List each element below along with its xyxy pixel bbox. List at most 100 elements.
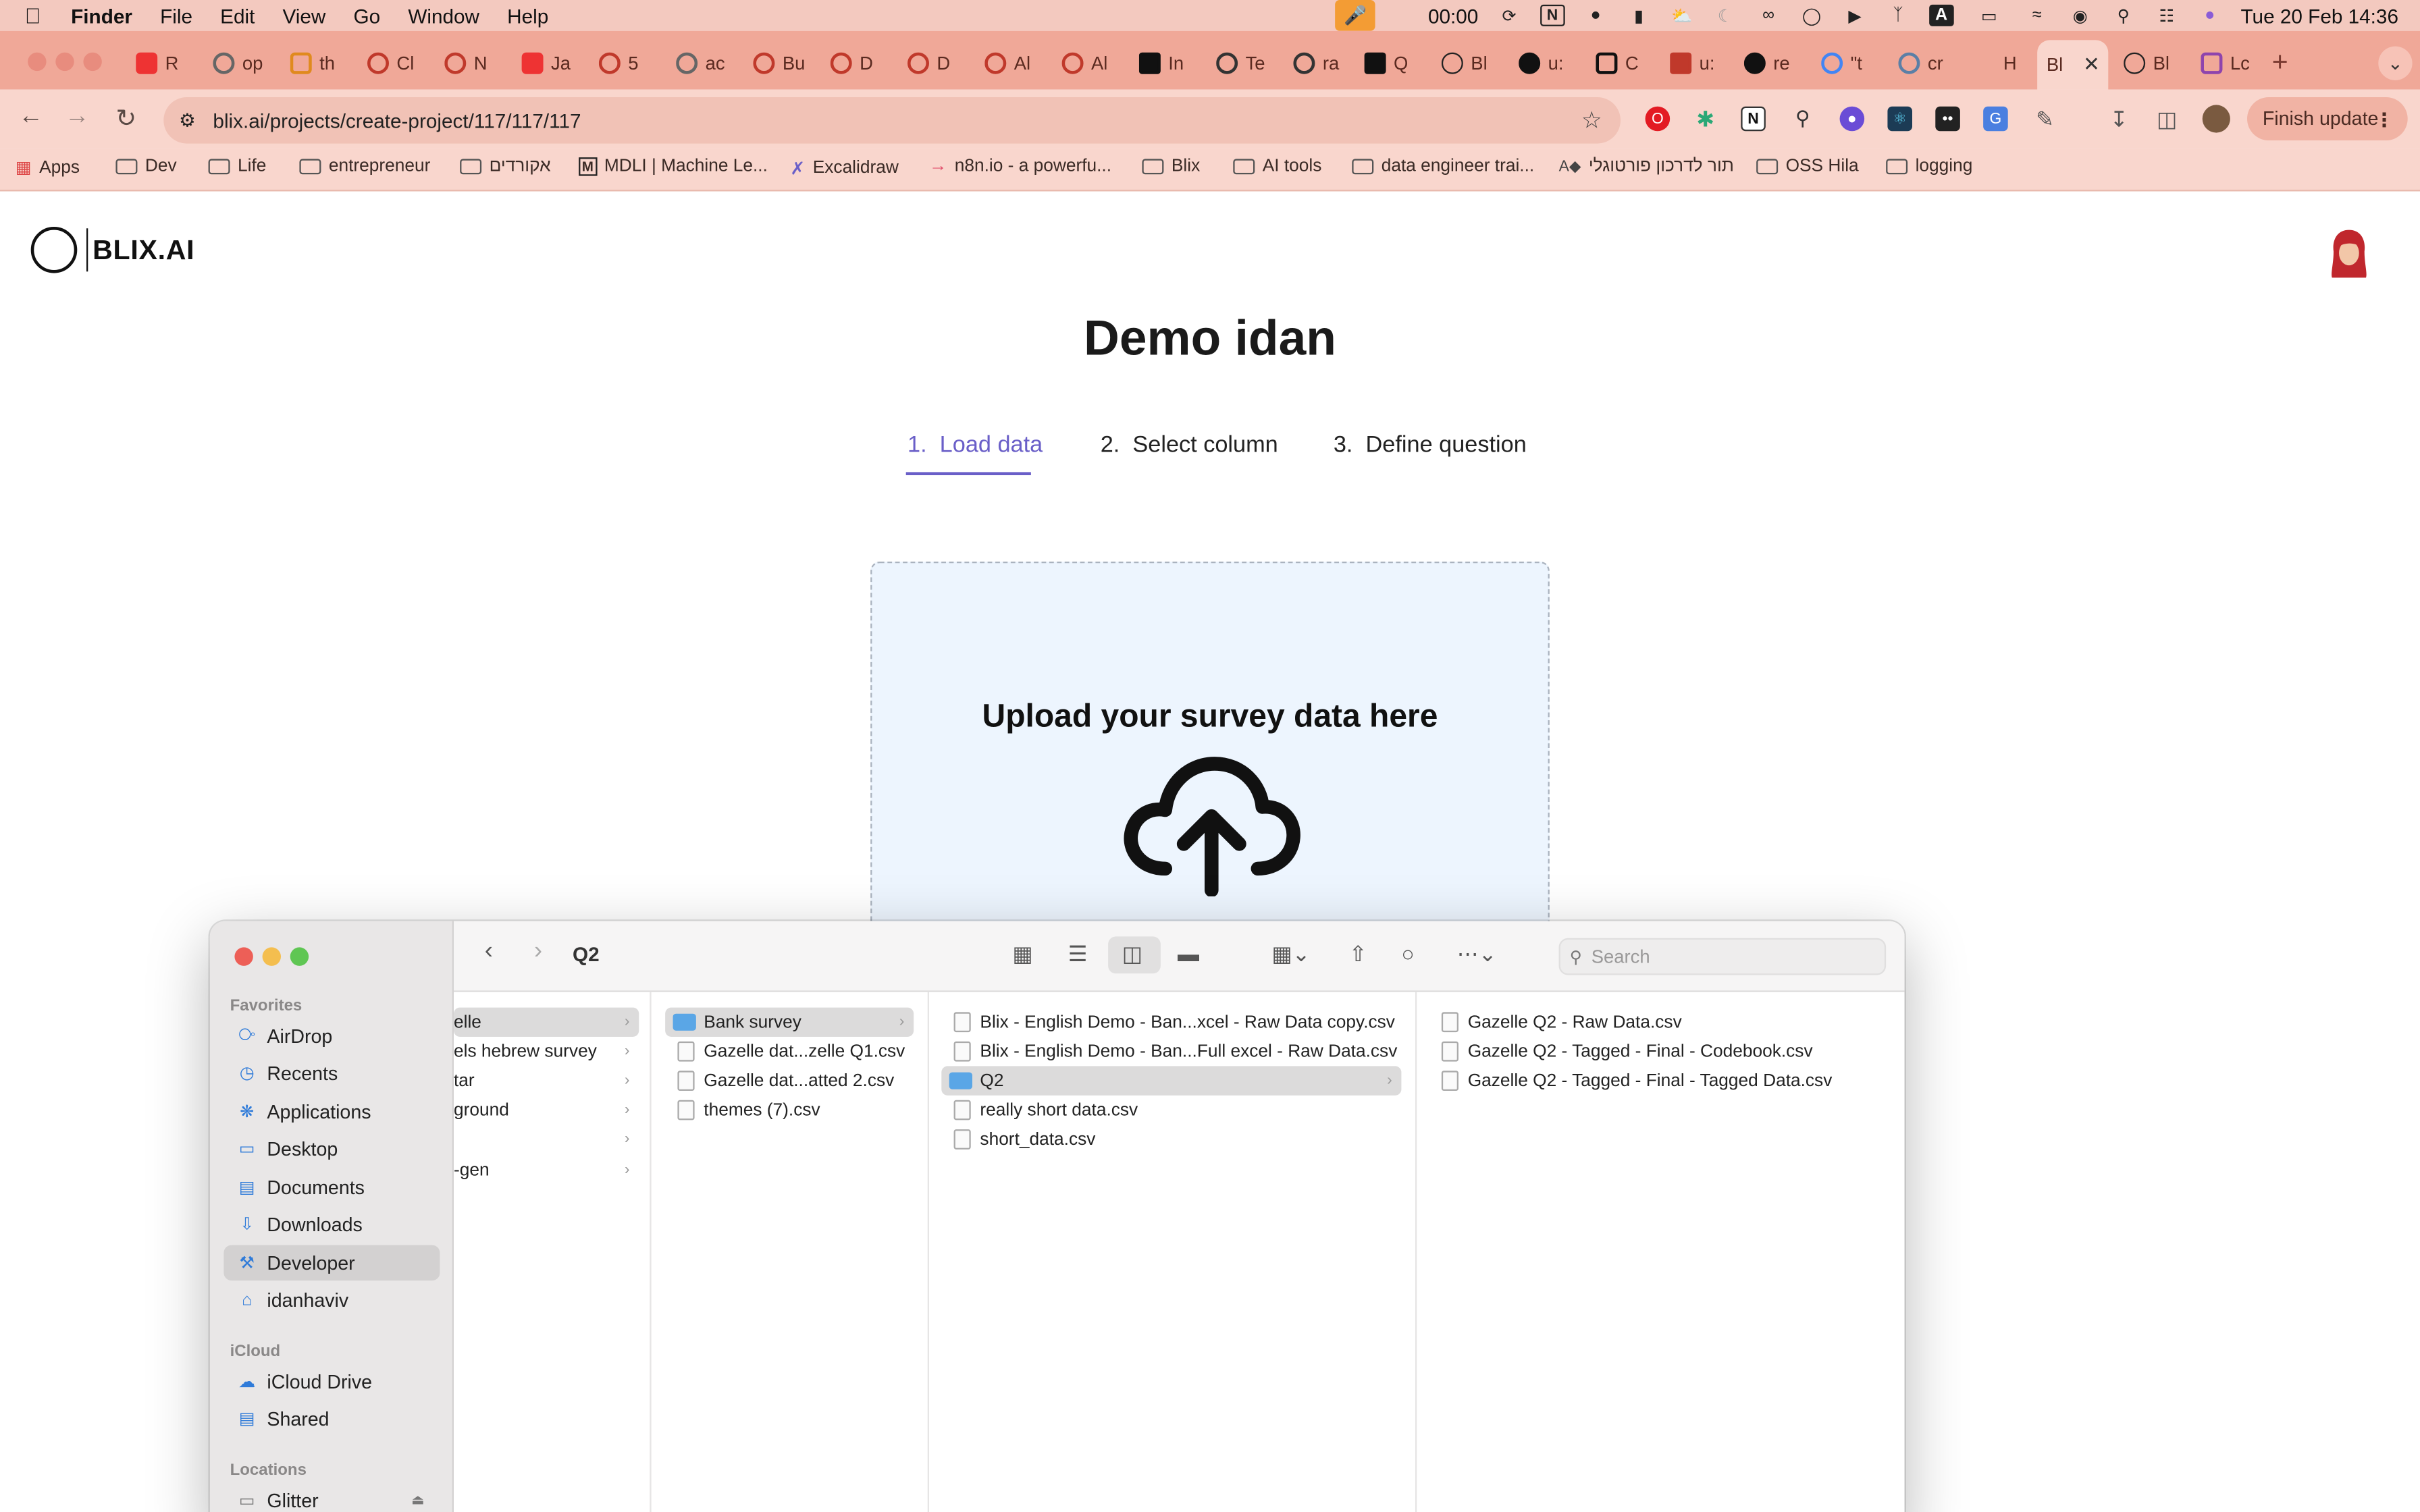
sidebar-item-shared[interactable]: ▤ Shared xyxy=(223,1401,440,1436)
browser-tab[interactable]: th xyxy=(290,43,346,83)
weather-icon[interactable]: ⛅ xyxy=(1670,5,1695,26)
new-tab-button[interactable]: + xyxy=(2272,47,2288,79)
browser-tab[interactable]: D xyxy=(830,43,886,83)
file-row[interactable]: Gazelle Q2 - Tagged - Final - Tagged Dat… xyxy=(1429,1066,1889,1095)
accessibility-icon[interactable]: ◯ xyxy=(1799,5,1824,26)
site-info-icon[interactable]: ⚙ xyxy=(179,109,204,131)
bookmark-link[interactable]: → n8n.io - a powerfu... xyxy=(929,157,1111,176)
file-row[interactable]: Gazelle dat...zelle Q1.csv xyxy=(665,1037,914,1066)
extensions-puzzle-icon[interactable]: ✎ xyxy=(2032,106,2057,132)
bluetooth-icon[interactable]: ᛉ xyxy=(1886,5,1911,26)
bookmark-folder[interactable]: Dev xyxy=(115,157,177,176)
menu-window[interactable]: Window xyxy=(408,4,479,27)
finish-update-button[interactable]: Finish update ⋮ xyxy=(2247,97,2408,141)
file-row[interactable]: really short data.csv xyxy=(941,1096,1401,1125)
finder-search-input[interactable]: ⚲ Search xyxy=(1558,938,1887,975)
bookmark-folder[interactable]: entrepreneur xyxy=(299,157,430,176)
elephant-icon[interactable]: ● xyxy=(1583,5,1608,26)
browser-tab[interactable]: Q xyxy=(1364,43,1420,83)
browser-tab[interactable]: C xyxy=(1596,43,1651,83)
datetime-text[interactable]: Tue 20 Feb 14:36 xyxy=(2241,4,2399,27)
siri-icon[interactable]: ● xyxy=(2198,5,2223,26)
gallery-view-icon[interactable]: ▬ xyxy=(1178,941,1199,966)
cloud-upload-icon[interactable] xyxy=(1119,749,1304,896)
window-minimize-button[interactable] xyxy=(55,52,74,72)
user-avatar-icon[interactable] xyxy=(2327,227,2371,279)
file-row[interactable]: short_data.csv xyxy=(941,1125,1401,1154)
sidebar-item-applications[interactable]: ❋ Applications xyxy=(223,1094,440,1130)
bookmark-folder[interactable]: AI tools xyxy=(1233,157,1321,176)
browser-tab[interactable]: Bl xyxy=(2124,43,2179,83)
browser-tab[interactable]: In xyxy=(1138,43,1194,83)
bookmark-link[interactable]: A◆ תור לדרכון פורטוגלי xyxy=(1559,157,1734,176)
browser-tab[interactable]: op xyxy=(213,43,268,83)
browser-tab[interactable]: Bu xyxy=(753,43,808,83)
reload-icon[interactable]: ↻ xyxy=(115,103,136,134)
browser-tab[interactable]: D xyxy=(908,43,963,83)
file-row[interactable]: themes (7).csv xyxy=(665,1096,914,1125)
glasses-icon[interactable]: ∞ xyxy=(1756,5,1781,26)
bookmark-apps[interactable]: ▦ Apps xyxy=(16,157,80,178)
microphone-icon[interactable]: 🎤 xyxy=(1335,0,1376,31)
finder-close-button[interactable] xyxy=(234,947,253,966)
folder-row[interactable]: tar › xyxy=(454,1066,639,1095)
browser-tab[interactable]: R xyxy=(136,43,191,83)
blix-logo[interactable]: BLIX.AI xyxy=(30,227,195,273)
user-icon[interactable]: ◉ xyxy=(2068,5,2093,26)
tab-search-chevron-icon[interactable]: ⌄ xyxy=(2378,46,2413,80)
step-load-data[interactable]: 1. Load data xyxy=(908,432,1043,458)
back-chevron-icon[interactable]: ‹ xyxy=(485,938,493,966)
spotlight-search-icon[interactable]: ⚲ xyxy=(2111,5,2136,26)
rotate-icon[interactable]: ⟳ xyxy=(1497,5,1522,26)
bookmark-folder[interactable]: אקורדים xyxy=(460,157,551,176)
browser-tab[interactable]: Lc xyxy=(2201,43,2256,83)
folder-row[interactable]: Q2 › xyxy=(941,1066,1402,1096)
file-row[interactable]: Blix - English Demo - Ban...xcel - Raw D… xyxy=(941,1008,1401,1037)
control-center-icon[interactable]: ☷ xyxy=(2155,5,2180,26)
address-bar[interactable]: ⚙ blix.ai/projects/create-project/117/11… xyxy=(163,97,1621,144)
browser-tab[interactable]: Te xyxy=(1216,43,1271,83)
browser-tab[interactable]: Bl xyxy=(1441,43,1497,83)
sidebar-item-glitter[interactable]: ▭ Glitter ⏏ xyxy=(223,1483,440,1512)
folder-row[interactable]: Bank survey › xyxy=(665,1007,914,1037)
browser-tab[interactable]: u: xyxy=(1519,43,1574,83)
bookmark-link[interactable]: M MDLI | Machine Le... xyxy=(579,157,768,176)
dark-extension-icon[interactable]: •• xyxy=(1935,106,1960,132)
menu-edit[interactable]: Edit xyxy=(220,4,255,27)
folder-row[interactable]: els hebrew survey › xyxy=(454,1037,639,1066)
menu-go[interactable]: Go xyxy=(354,4,381,27)
forward-arrow-icon[interactable]: → xyxy=(65,103,90,131)
menu-file[interactable]: File xyxy=(160,4,192,27)
browser-tab[interactable]: H xyxy=(2003,43,2034,83)
play-icon[interactable]: ▶ xyxy=(1843,5,1868,26)
sidebar-item-airdrop[interactable]: ⧂ AirDrop xyxy=(223,1019,440,1054)
back-arrow-icon[interactable]: ← xyxy=(18,103,43,131)
file-row[interactable]: Blix - English Demo - Ban...Full excel -… xyxy=(941,1037,1401,1066)
sidebar-item-documents[interactable]: ▤ Documents xyxy=(223,1170,440,1206)
apple-icon[interactable]:  xyxy=(25,3,53,28)
sidebar-icon[interactable]: ▮ xyxy=(1627,5,1652,26)
opera-extension-icon[interactable]: O xyxy=(1645,106,1671,132)
tag-icon[interactable]: ○ xyxy=(1401,941,1414,966)
browser-tab[interactable]: cr xyxy=(1898,43,1953,83)
bookmark-folder[interactable]: Life xyxy=(208,157,266,176)
translate-extension-icon[interactable]: G xyxy=(1983,106,2008,132)
battery-icon[interactable]: ▭ xyxy=(1972,5,2006,26)
eject-icon[interactable]: ⏏ xyxy=(411,1492,424,1509)
browser-tab[interactable]: 5 xyxy=(598,43,654,83)
purple-extension-icon[interactable]: ● xyxy=(1839,106,1865,132)
finder-minimize-button[interactable] xyxy=(262,947,282,966)
bookmark-folder[interactable]: logging xyxy=(1886,157,1972,176)
share-icon[interactable]: ⇧ xyxy=(1349,941,1367,967)
browser-tab[interactable]: "t xyxy=(1821,43,1876,83)
forward-chevron-icon[interactable]: › xyxy=(534,938,542,966)
icon-view-icon[interactable]: ▦ xyxy=(1012,941,1032,967)
menu-view[interactable]: View xyxy=(283,4,326,27)
browser-tab[interactable]: ra xyxy=(1293,43,1348,83)
browser-tab[interactable]: u: xyxy=(1670,43,1725,83)
step-define-question[interactable]: 3. Define question xyxy=(1334,432,1527,458)
folder-row[interactable]: ground › xyxy=(454,1096,639,1125)
sidebar-item-developer[interactable]: ⚒ Developer xyxy=(223,1245,440,1281)
sidebar-item-desktop[interactable]: ▭ Desktop xyxy=(223,1131,440,1166)
profile-avatar-icon[interactable] xyxy=(2202,105,2230,133)
